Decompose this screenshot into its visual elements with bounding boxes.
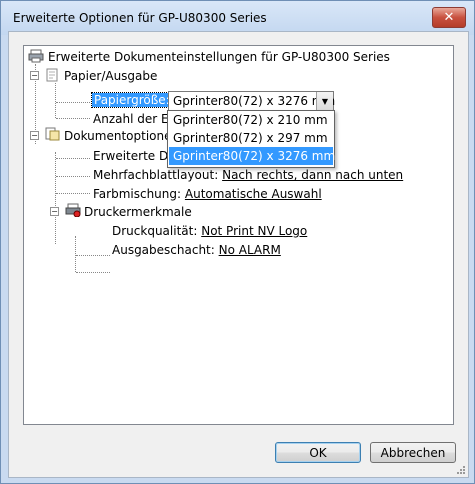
paper-size-combobox[interactable]: Gprinter80(72) x 3276 mm ▼ [168,91,336,111]
tree-item-output-tray[interactable]: Ausgabeschacht: No ALARM [112,242,281,258]
multipage-value[interactable]: Nach rechts, dann nach unten [222,168,403,182]
dropdown-arrow-button[interactable]: ▼ [316,92,333,110]
collapse-icon[interactable]: − [50,207,59,216]
document-options-icon [45,127,60,141]
tree-item-document-options[interactable]: Dokumentoptione [64,128,171,144]
tree-line [76,255,110,256]
close-button[interactable]: ✕ [432,7,466,28]
multipage-label: Mehrfachblattlayout: [93,168,219,182]
title-bar: Erweiterte Optionen für GP-U80300 Series… [1,1,474,35]
tree-line [56,118,90,119]
color-value[interactable]: Automatische Auswahl [185,187,322,201]
chevron-down-icon: ▼ [321,96,329,106]
tree-line [56,176,90,177]
printer-icon [28,49,44,63]
quality-value[interactable]: Not Print NV Logo [201,224,307,238]
cancel-button[interactable]: Abbrechen [370,442,456,463]
tree-item-printer-features[interactable]: Druckermerkmale [84,204,192,220]
tree-line [56,102,90,103]
printer-features-icon [65,203,81,217]
tree-line [55,83,56,118]
dialog-window: Erweiterte Optionen für GP-U80300 Series… [0,0,475,484]
tree-item-multipage[interactable]: Mehrfachblattlayout: Nach rechts, dann n… [93,167,403,183]
ok-button[interactable]: OK [275,442,361,463]
tree-item-paper-output[interactable]: Papier/Ausgabe [64,68,157,84]
close-icon: ✕ [443,10,455,25]
output-value[interactable]: No ALARM [219,243,281,257]
dropdown-option[interactable]: Gprinter80(72) x 210 mm [169,111,333,129]
resize-grip-icon[interactable] [456,465,466,475]
dropdown-option[interactable]: Gprinter80(72) x 297 mm [169,129,333,147]
collapse-icon[interactable]: − [30,71,39,80]
output-label: Ausgabeschacht: [112,243,215,257]
paper-size-combobox-value: Gprinter80(72) x 3276 mm [173,94,336,108]
paper-icon [46,68,58,82]
paper-size-dropdown-list: Gprinter80(72) x 210 mm Gprinter80(72) x… [167,110,335,168]
window-title: Erweiterte Optionen für GP-U80300 Series [13,11,267,25]
tree-item-print-quality[interactable]: Druckqualität: Not Print NV Logo [112,223,307,239]
tree-line [56,193,90,194]
tree-line [55,152,56,244]
collapse-icon[interactable]: − [30,131,39,140]
dialog-client-area: Erweiterte Dokumenteinstellungen für GP-… [8,31,469,478]
color-label: Farbmischung: [93,187,182,201]
tree-root-label: Erweiterte Dokumenteinstellungen für GP-… [48,50,390,64]
options-tree[interactable]: Erweiterte Dokumenteinstellungen für GP-… [23,45,454,425]
tree-line [75,236,76,272]
tree-item-color-mixing[interactable]: Farbmischung: Automatische Auswahl [93,186,322,202]
quality-label: Druckqualität: [112,224,198,238]
tree-line [56,158,90,159]
tree-line [76,272,110,273]
dropdown-option-selected[interactable]: Gprinter80(72) x 3276 mm [169,147,335,165]
paper-size-label[interactable]: Papiergröße: [91,92,173,108]
